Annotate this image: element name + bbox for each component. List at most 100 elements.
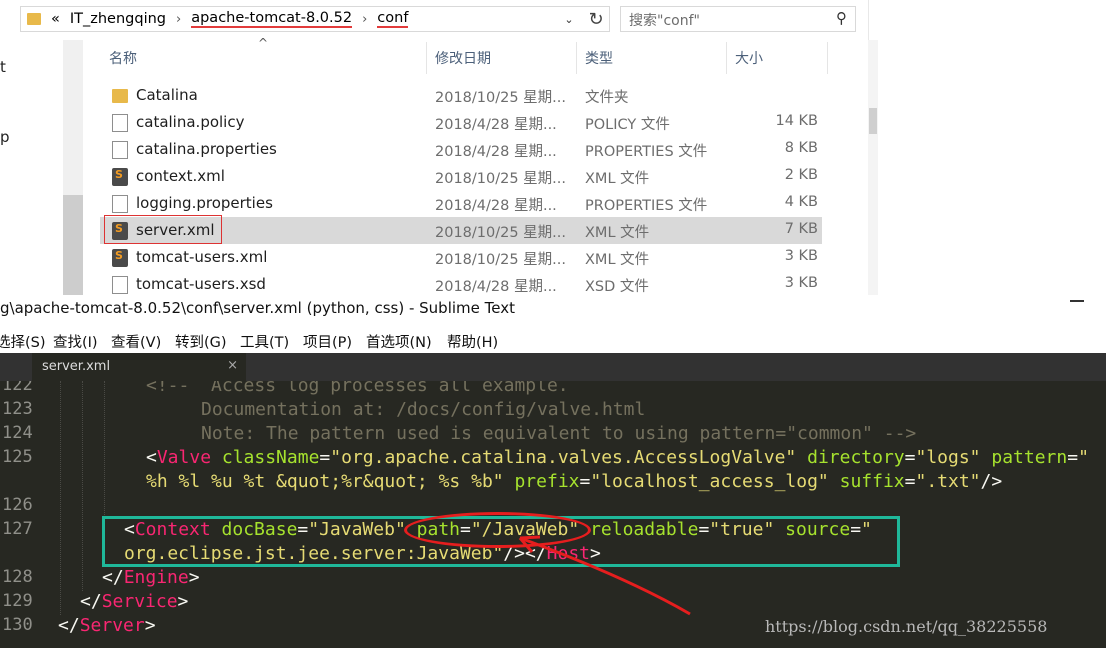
menu-selection[interactable]: 选择(S) xyxy=(0,331,46,352)
chevron-right-icon[interactable]: › xyxy=(362,12,367,27)
file-type: XSD 文件 xyxy=(585,279,649,295)
navigation-scrollbar[interactable] xyxy=(63,40,83,295)
code-string: " xyxy=(1078,447,1089,468)
code-comment: <!-- Access log processes all example. xyxy=(146,381,569,396)
menu-view[interactable]: 查看(V) xyxy=(111,331,161,352)
file-name: tomcat-users.xml xyxy=(136,248,268,266)
menu-help[interactable]: 帮助(H) xyxy=(447,331,498,352)
selected-file-highlight xyxy=(104,215,222,244)
line-number: 124 xyxy=(2,423,33,443)
code-string: "logs" xyxy=(915,447,981,468)
file-type: XML 文件 xyxy=(585,171,650,187)
sublime-file-icon xyxy=(112,249,128,267)
line-number: 130 xyxy=(2,615,33,635)
chevron-down-icon[interactable]: ⌄ xyxy=(560,6,578,32)
file-type: PROPERTIES 文件 xyxy=(585,198,708,214)
breadcrumb-it-zhengqing[interactable]: IT_zhengqing xyxy=(70,11,166,27)
menu-goto[interactable]: 转到(G) xyxy=(175,331,227,352)
navigation-pane-item[interactable]: p xyxy=(0,128,10,146)
file-row[interactable]: catalina.policy 2018/4/28 星期... POLICY 文… xyxy=(100,109,822,136)
line-number: 128 xyxy=(2,567,33,587)
menu-preferences[interactable]: 首选项(N) xyxy=(366,331,432,352)
code-editor[interactable]: 122 123 124 125 126 127 128 129 130 <!--… xyxy=(0,381,1106,648)
code-attr: pattern xyxy=(991,447,1068,468)
code-string: ".txt" xyxy=(915,471,981,492)
search-input[interactable]: 搜索"conf" ⚲ xyxy=(620,6,856,32)
code-attr: prefix xyxy=(514,471,580,492)
file-size: 14 KB xyxy=(775,113,818,129)
file-row[interactable]: Catalina 2018/10/25 星期... 文件夹 xyxy=(100,82,822,109)
file-date: 2018/4/28 星期... xyxy=(435,198,557,214)
file-name: context.xml xyxy=(136,167,225,185)
file-name: catalina.policy xyxy=(136,113,245,131)
file-row[interactable]: catalina.properties 2018/4/28 星期... PROP… xyxy=(100,136,822,163)
breadcrumb-conf[interactable]: conf xyxy=(377,10,409,28)
address-bar[interactable]: « IT_zhengqing › apache-tomcat-8.0.52 › … xyxy=(20,6,610,32)
minimize-icon[interactable] xyxy=(1070,300,1084,302)
scrollbar-thumb[interactable] xyxy=(63,195,83,295)
column-divider[interactable] xyxy=(576,42,577,74)
column-headers: 名称 修改日期 类型 大小 xyxy=(100,42,830,74)
file-date: 2018/10/25 星期... xyxy=(435,171,567,187)
navigation-pane[interactable]: t p xyxy=(0,0,20,295)
code-line: </Engine> xyxy=(102,567,200,588)
navigation-pane-item[interactable]: t xyxy=(0,58,6,76)
column-header-type[interactable]: 类型 xyxy=(585,48,613,68)
code-string: "localhost_access_log" xyxy=(590,471,829,492)
sublime-file-icon xyxy=(112,168,128,186)
line-number-gutter: 122 123 124 125 126 127 128 129 130 xyxy=(0,381,52,648)
code-line: </Server> xyxy=(58,615,156,636)
indent-guide xyxy=(60,381,61,615)
code-comment: Note: The pattern used is equivalent to … xyxy=(201,423,917,444)
file-row[interactable]: tomcat-users.xml 2018/10/25 星期... XML 文件… xyxy=(100,244,822,271)
file-row[interactable]: tomcat-users.xsd 2018/4/28 星期... XSD 文件 … xyxy=(100,271,822,295)
breadcrumb-apache-tomcat[interactable]: apache-tomcat-8.0.52 xyxy=(191,10,353,28)
code-line: </Service> xyxy=(80,591,189,612)
code-line: Documentation at: /docs/config/valve.htm… xyxy=(201,399,645,420)
file-size: 2 KB xyxy=(784,167,818,183)
column-divider[interactable] xyxy=(426,42,427,74)
column-divider[interactable] xyxy=(726,42,727,74)
file-date: 2018/4/28 星期... xyxy=(435,117,557,133)
column-header-size[interactable]: 大小 xyxy=(735,48,763,68)
close-icon[interactable]: × xyxy=(227,358,238,373)
file-explorer-window: t p « IT_zhengqing › apache-tomcat-8.0.5… xyxy=(0,0,1106,295)
document-icon xyxy=(112,114,128,132)
file-type: PROPERTIES 文件 xyxy=(585,144,708,160)
file-size: 3 KB xyxy=(784,275,818,291)
code-attr: suffix xyxy=(839,471,905,492)
column-header-date[interactable]: 修改日期 xyxy=(435,48,491,68)
column-divider[interactable] xyxy=(827,42,828,74)
menu-project[interactable]: 项目(P) xyxy=(303,331,352,352)
code-line: %h %l %u %t &quot;%r&quot; %s %b" prefix… xyxy=(146,471,1003,492)
file-name: Catalina xyxy=(136,86,198,104)
file-list-scrollbar[interactable] xyxy=(868,40,878,295)
file-type: XML 文件 xyxy=(585,225,650,241)
file-date: 2018/4/28 星期... xyxy=(435,279,557,295)
code-line: Note: The pattern used is equivalent to … xyxy=(201,423,916,444)
breadcrumb-overflow[interactable]: « xyxy=(51,11,60,27)
file-type: 文件夹 xyxy=(585,90,629,106)
refresh-icon[interactable]: ↻ xyxy=(584,6,608,32)
menu-tools[interactable]: 工具(T) xyxy=(240,331,289,352)
folder-icon xyxy=(112,89,128,103)
code-attr: directory xyxy=(807,447,905,468)
column-header-name[interactable]: 名称 xyxy=(109,48,137,68)
file-row[interactable]: context.xml 2018/10/25 星期... XML 文件 2 KB xyxy=(100,163,822,190)
file-type: POLICY 文件 xyxy=(585,117,670,133)
file-row[interactable]: logging.properties 2018/4/28 星期... PROPE… xyxy=(100,190,822,217)
code-tag: Valve xyxy=(156,447,212,468)
chevron-right-icon[interactable]: › xyxy=(176,12,181,27)
tab-server-xml[interactable]: server.xml × xyxy=(32,353,246,381)
scrollbar-thumb[interactable] xyxy=(869,108,877,134)
code-line: <!-- Access log processes all example. xyxy=(146,381,569,396)
code-tag: Service xyxy=(101,591,178,612)
code-tag: Engine xyxy=(123,567,189,588)
watermark: https://blog.csdn.net/qq_38225558 xyxy=(765,617,1048,636)
file-name: catalina.properties xyxy=(136,140,277,158)
path-highlight-oval xyxy=(404,512,591,548)
search-icon[interactable]: ⚲ xyxy=(836,9,847,27)
line-number: 123 xyxy=(2,399,33,419)
file-size: 3 KB xyxy=(784,248,818,264)
menu-find[interactable]: 查找(I) xyxy=(53,331,98,352)
